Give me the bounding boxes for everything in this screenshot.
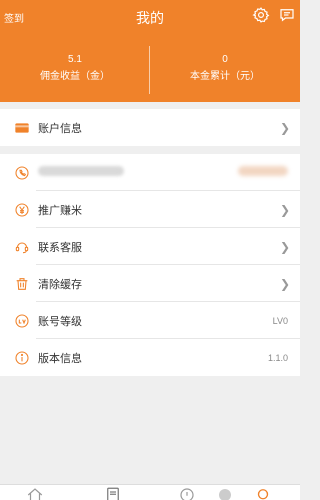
menu-item-account-level[interactable]: 账号等级 LV0 [0, 302, 300, 339]
menu-item-phone[interactable] [0, 154, 300, 191]
blurred-phone-number [38, 166, 124, 176]
menu-item-version-info[interactable]: 版本信息 1.1.0 [0, 339, 300, 376]
menu-label-version-info: 版本信息 [38, 352, 82, 365]
bottom-tab-bar [0, 484, 300, 500]
chevron-right-icon: ❯ [279, 120, 290, 135]
chevron-right-icon: ❯ [279, 239, 290, 254]
commission-label: 佣金收益（金） [40, 71, 110, 82]
orders-icon[interactable] [104, 486, 122, 500]
blurred-value [238, 166, 288, 176]
menu-label-account-info: 账户信息 [38, 122, 82, 135]
header: 签到 我的 5.1 佣金收益（金） 0 本金累计（元） [0, 0, 300, 102]
discover-icon[interactable] [216, 486, 234, 500]
card-icon [15, 122, 29, 133]
menu-item-customer-service[interactable]: 联系客服 ❯ [0, 228, 300, 265]
phone-icon [15, 165, 29, 180]
profile-icon[interactable] [254, 486, 272, 500]
version-value: 1.1.0 [267, 352, 288, 363]
principal-label: 本金累计（元） [190, 71, 260, 82]
menu-label-account-level: 账号等级 [38, 315, 82, 328]
menu-label-clear-cache: 清除缓存 [38, 278, 82, 291]
settings-icon[interactable] [252, 6, 270, 24]
yen-icon [15, 202, 29, 217]
menu-item-promote[interactable]: 推广赚米 ❯ [0, 191, 300, 228]
menu-label-promote: 推广赚米 [38, 204, 82, 217]
headset-icon [15, 242, 29, 253]
info-icon [15, 350, 29, 365]
message-icon[interactable] [278, 6, 296, 24]
account-level-value: LV0 [272, 315, 288, 326]
principal-value: 0 [222, 54, 228, 65]
commission-earnings[interactable]: 5.1 佣金收益（金） [0, 54, 150, 84]
menu-item-clear-cache[interactable]: 清除缓存 ❯ [0, 265, 300, 302]
clock-icon[interactable] [178, 486, 196, 500]
menu-label-customer-service: 联系客服 [38, 241, 82, 254]
chevron-right-icon: ❯ [279, 202, 290, 217]
trash-icon [16, 277, 28, 290]
home-icon[interactable] [26, 486, 44, 500]
level-icon [15, 313, 29, 328]
menu-item-account-info[interactable]: 账户信息 ❯ [0, 109, 300, 146]
chevron-right-icon: ❯ [279, 276, 290, 291]
commission-value: 5.1 [68, 54, 82, 65]
principal-total[interactable]: 0 本金累计（元） [150, 54, 300, 84]
